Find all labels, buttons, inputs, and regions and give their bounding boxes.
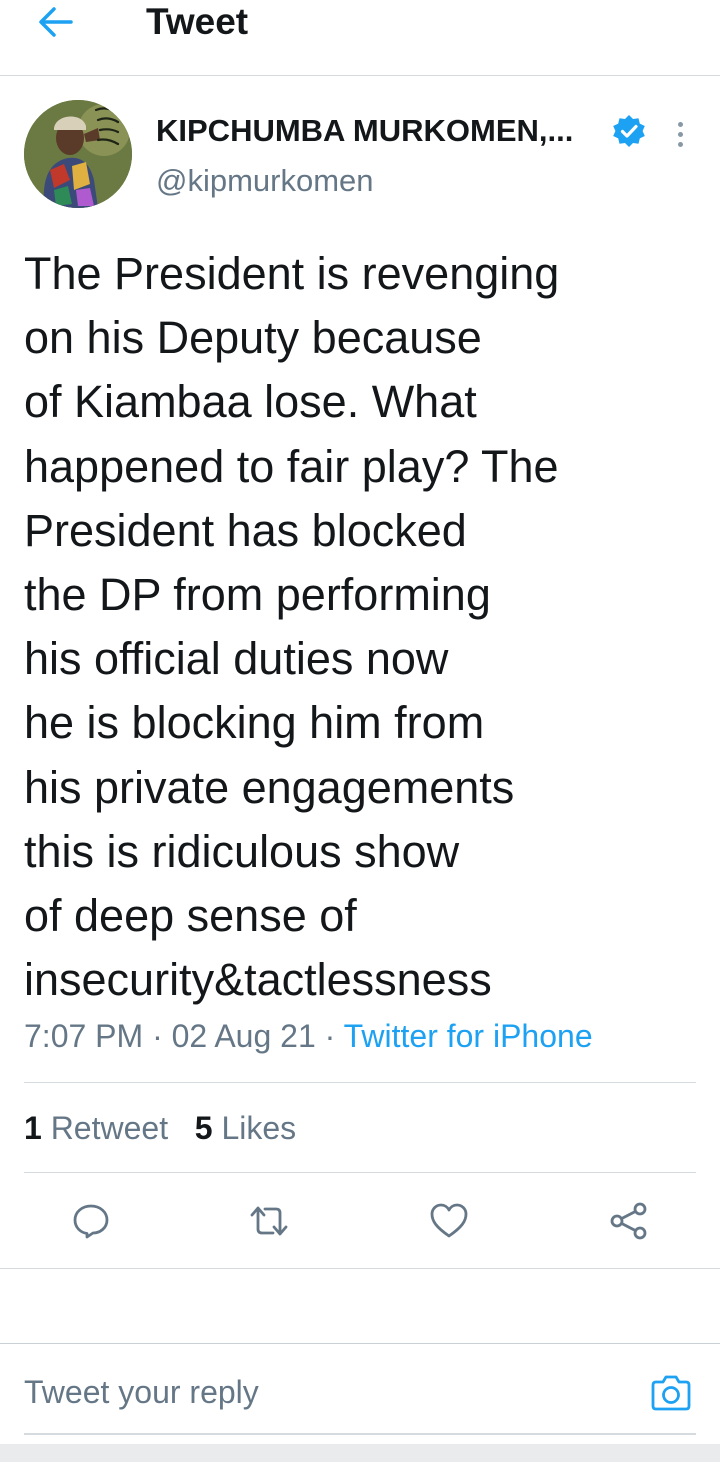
tweet-text-line: his private engagements — [24, 761, 515, 813]
like-heart-icon — [430, 1203, 468, 1238]
tweet-action-bar — [0, 1196, 720, 1246]
tweet-text-line: happened to fair play? The — [24, 440, 559, 492]
like-count: 5 — [194, 1110, 213, 1146]
share-icon — [610, 1202, 647, 1240]
tweet-text-line: insecurity&tactlessness — [24, 954, 492, 1006]
tweet-detail-screen: Tweet KIPCHUMBA MURKOMEN,... @kipmurkome… — [0, 0, 720, 1462]
avatar-image — [24, 100, 132, 208]
retweet-count: 1 — [24, 1110, 42, 1146]
reply-input[interactable]: Tweet your reply — [24, 1372, 624, 1412]
divider — [0, 1268, 720, 1269]
retweet-label: Retweet — [50, 1110, 169, 1146]
reply-button[interactable] — [66, 1196, 116, 1246]
avatar[interactable] — [24, 100, 132, 208]
tweet-date: 02 Aug 21 — [171, 1018, 316, 1054]
likes-stat[interactable]: 5 Likes — [195, 1110, 296, 1146]
divider — [24, 1082, 696, 1083]
reply-icon — [73, 1204, 109, 1239]
tweet-text-line: President has blocked — [24, 504, 467, 556]
meta-separator: · — [152, 1018, 163, 1054]
retweet-icon — [250, 1206, 288, 1236]
retweet-stat[interactable]: 1 Retweet — [24, 1110, 168, 1146]
arrow-left-icon — [39, 7, 73, 37]
more-dot — [677, 141, 683, 147]
tweet-text: The President is revenging on his Deputy… — [24, 242, 664, 1012]
more-dot — [677, 131, 683, 137]
tweet-source-link[interactable]: Twitter for iPhone — [344, 1018, 593, 1054]
bottom-edge — [0, 1444, 720, 1462]
tweet-text-line: on his Deputy because — [24, 312, 482, 364]
tweet-text-line: he is blocking him from — [24, 697, 485, 749]
reply-input-underline — [24, 1433, 696, 1435]
tweet-text-line: The President is revenging — [24, 248, 560, 299]
more-vertical-icon — [677, 121, 683, 127]
tweet-time: 7:07 PM — [24, 1018, 144, 1054]
more-options-button[interactable] — [664, 114, 696, 154]
tweet-text-line: of deep sense of — [24, 890, 357, 942]
likes-label: Likes — [221, 1110, 297, 1146]
reply-composer: Tweet your reply — [0, 1343, 720, 1435]
camera-icon — [651, 1375, 691, 1411]
tweet-text-line: this is ridiculous show — [24, 825, 460, 877]
author-handle[interactable]: @kipmurkomen — [156, 162, 374, 200]
like-button[interactable] — [424, 1196, 474, 1246]
tweet-timestamp-row: 7:07 PM · 02 Aug 21 · Twitter for iPhone — [24, 1016, 593, 1056]
author-name[interactable]: KIPCHUMBA MURKOMEN,... — [156, 112, 573, 150]
verified-badge-icon — [612, 114, 646, 148]
back-button[interactable] — [34, 2, 78, 42]
meta-separator: · — [324, 1018, 336, 1054]
page-title: Tweet — [146, 1, 249, 42]
tweet-text-line: the DP from performing — [24, 569, 491, 621]
tweet-text-line: his official duties now — [24, 633, 449, 685]
top-app-bar: Tweet — [0, 0, 720, 76]
engagement-stats: 1 Retweet 5 Likes — [24, 1108, 296, 1148]
tweet-text-line: of Kiambaa lose. What — [24, 376, 477, 428]
retweet-button[interactable] — [244, 1196, 294, 1246]
camera-button[interactable] — [648, 1372, 694, 1414]
share-button[interactable] — [604, 1196, 654, 1246]
divider — [24, 1172, 696, 1173]
